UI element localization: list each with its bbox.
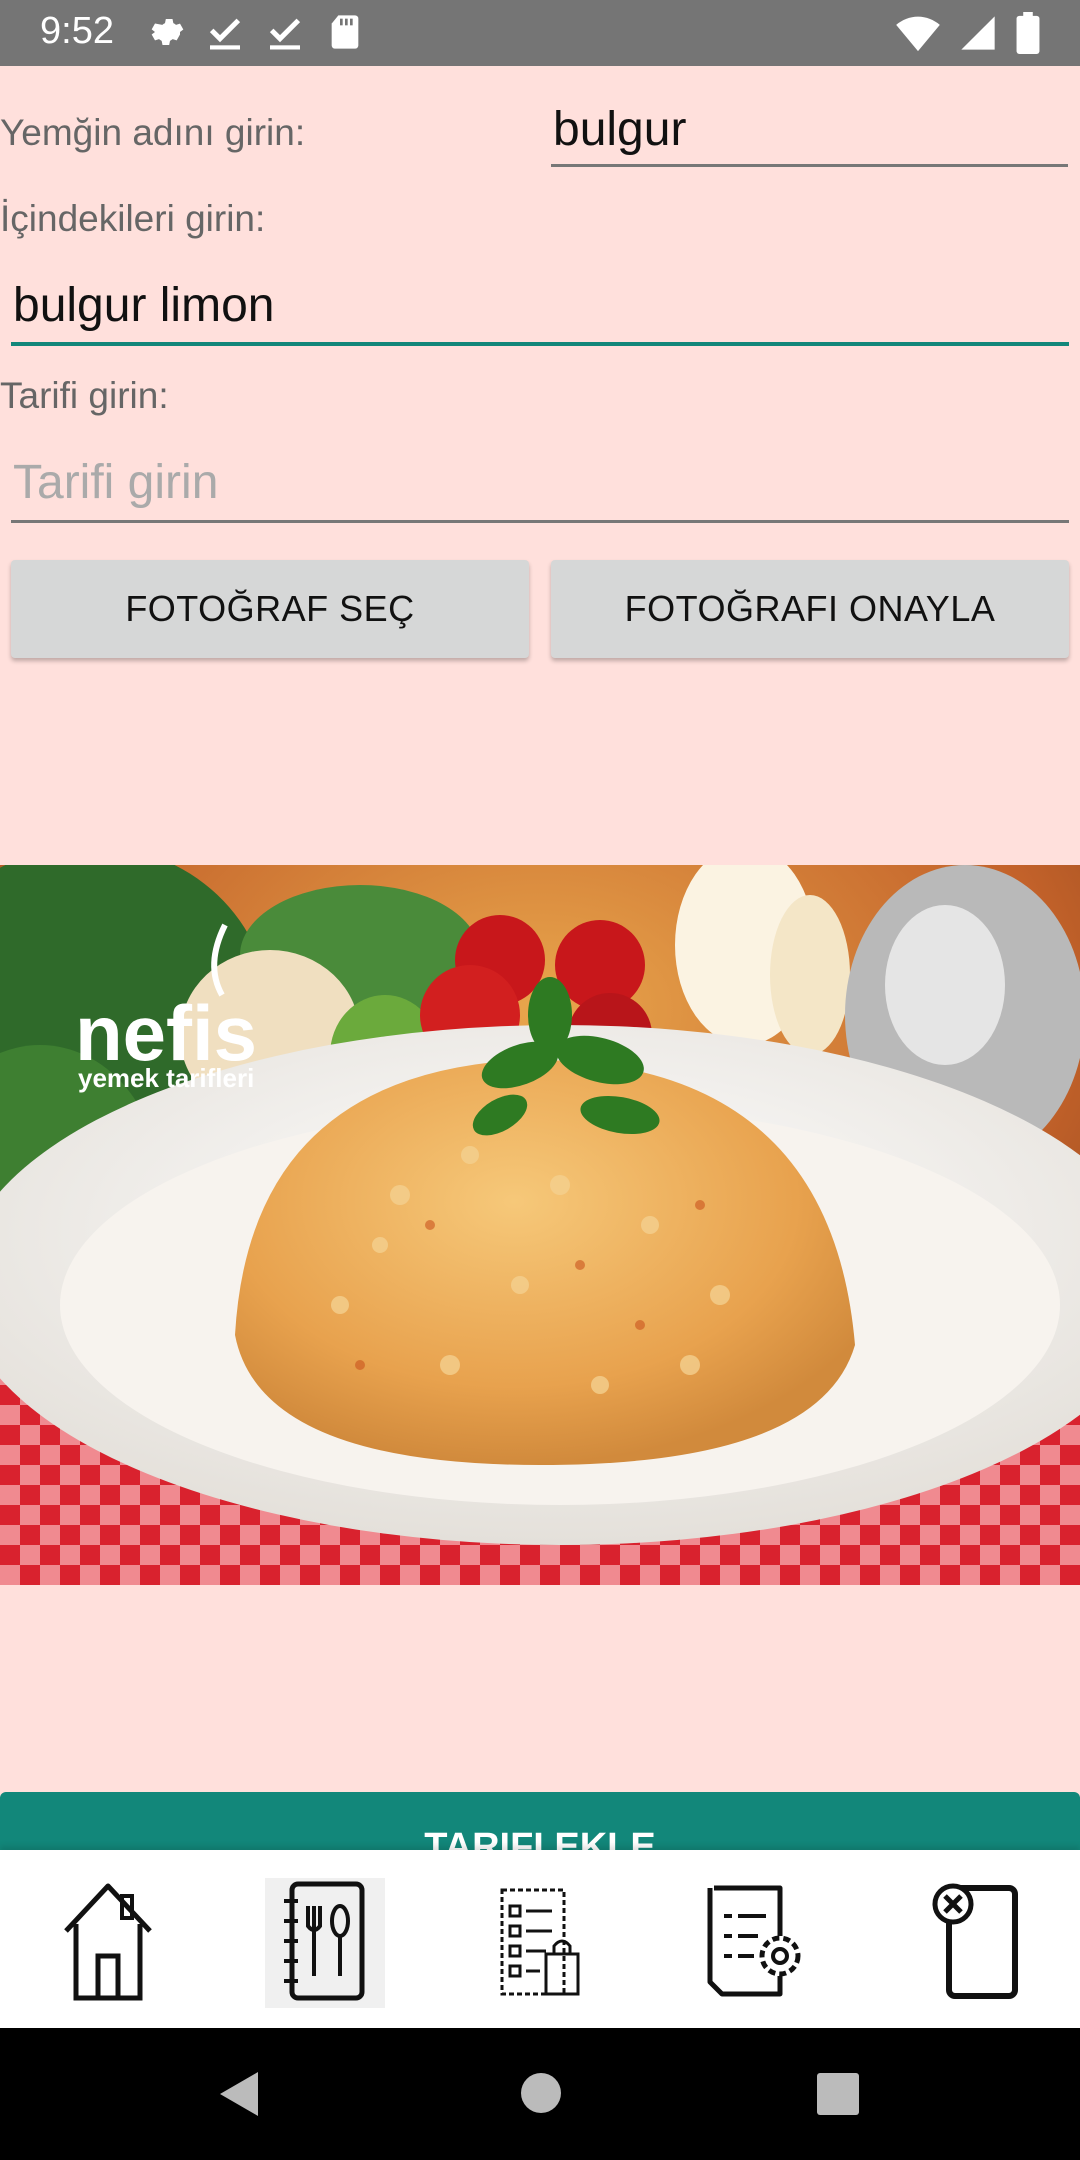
system-navigation-bar: [0, 2028, 1080, 2160]
nav-manage-recipes[interactable]: [695, 1878, 815, 2008]
ingredients-input[interactable]: [11, 268, 1069, 346]
selected-photo: nefis yemek tarifleri: [0, 865, 1080, 1585]
bottom-navigation: [0, 1850, 1080, 2028]
nav-delete-recipe[interactable]: [917, 1878, 1037, 2008]
recipe-label: Tarifi girin:: [0, 375, 169, 416]
recipe-book-icon: [280, 1876, 370, 2011]
name-input[interactable]: [551, 95, 1068, 167]
add-recipe-button[interactable]: TARIFI EKLE: [0, 1792, 1080, 1852]
battery-icon: [1016, 12, 1040, 59]
ingredients-label: İçindekileri girin:: [0, 198, 266, 239]
settings-icon: [145, 12, 185, 57]
delete-document-icon: [927, 1876, 1027, 2011]
signal-icon: [958, 13, 998, 58]
status-bar: 9:52: [0, 0, 1080, 66]
check-download-icon: [205, 12, 245, 57]
back-icon[interactable]: [218, 2070, 262, 2123]
watermark-subtitle: yemek tarifleri: [78, 1063, 254, 1093]
status-time: 9:52: [40, 10, 114, 52]
add-recipe-label: TARIFI EKLE: [424, 1826, 656, 1852]
confirm-photo-button[interactable]: FOTOĞRAFI ONAYLA: [551, 560, 1069, 658]
shopping-list-icon: [490, 1876, 590, 2011]
home-icon: [58, 1876, 158, 2011]
recents-icon[interactable]: [817, 2073, 859, 2120]
recipe-input[interactable]: [11, 445, 1069, 523]
home-circle-icon[interactable]: [520, 2072, 562, 2119]
wifi-icon: [896, 13, 940, 58]
nav-recipes[interactable]: [265, 1878, 385, 2008]
choose-photo-button[interactable]: FOTOĞRAF SEÇ: [11, 560, 529, 658]
nav-home[interactable]: [48, 1878, 168, 2008]
sd-card-icon: [325, 12, 365, 57]
nav-shopping-list[interactable]: [480, 1878, 600, 2008]
name-label: Yemğin adını girin:: [0, 112, 306, 153]
check-download-icon: [265, 12, 305, 57]
document-settings-icon: [700, 1876, 810, 2011]
